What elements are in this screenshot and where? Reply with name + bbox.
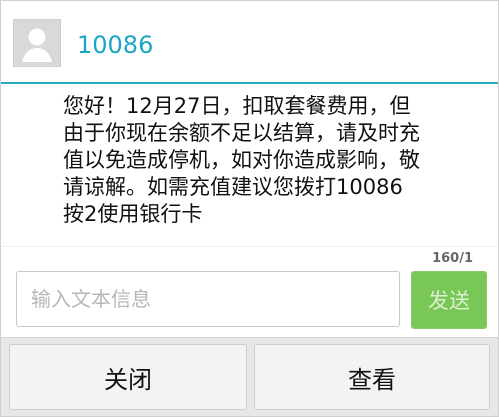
close-button[interactable]: 关闭: [9, 344, 247, 410]
message-body: 您好！12月27日，扣取套餐费用，但由于你现在余额不足以结算，请及时充值以免造成…: [63, 94, 420, 226]
character-counter: 160/1: [432, 251, 473, 266]
sender-number: 10086: [77, 31, 154, 59]
dialog-header: 10086: [1, 1, 498, 82]
person-icon: [14, 20, 60, 66]
avatar: [13, 19, 61, 67]
message-divider: [1, 246, 498, 247]
send-button[interactable]: 发送: [411, 271, 487, 329]
header-divider: [1, 82, 498, 84]
sms-dialog: 10086 您好！12月27日，扣取套餐费用，但由于你现在余额不足以结算，请及时…: [0, 0, 499, 417]
message-input[interactable]: [16, 271, 400, 327]
view-button[interactable]: 查看: [254, 344, 490, 410]
